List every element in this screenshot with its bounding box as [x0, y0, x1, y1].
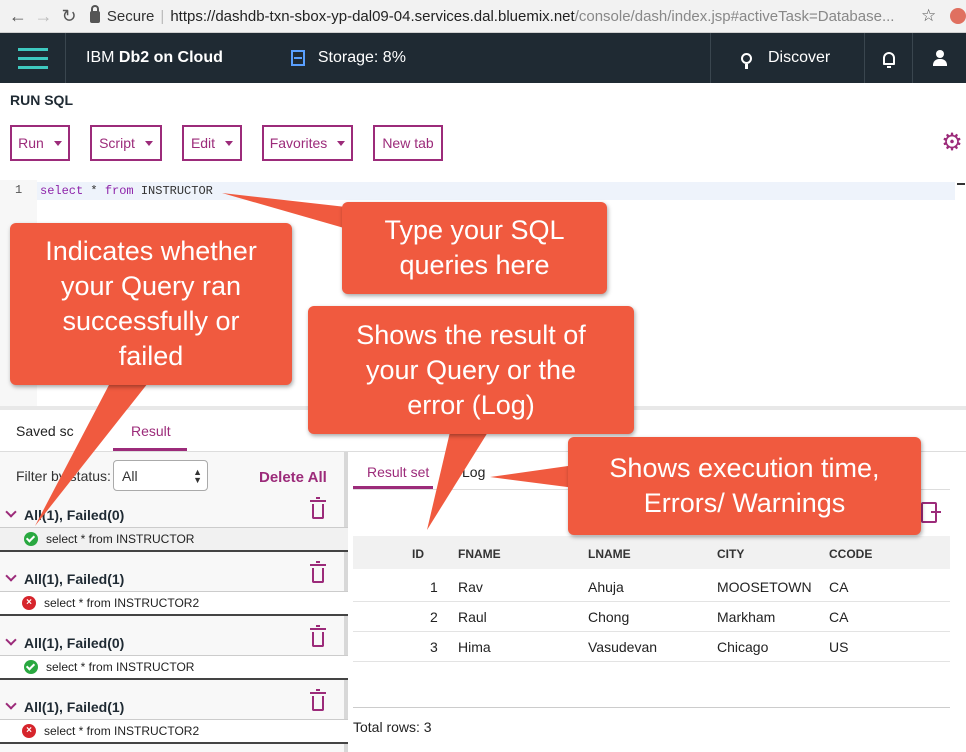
history-item[interactable]: × select * from INSTRUCTOR2 [0, 592, 348, 616]
script-button[interactable]: Script [90, 125, 162, 161]
database-icon [290, 50, 305, 66]
select-arrows-icon: ▲ ▼ [193, 467, 202, 485]
app-header: IBM Db2 on Cloud Storage: 8% Discover [0, 33, 966, 83]
new-tab-button[interactable]: New tab [373, 125, 443, 161]
brand-title: IBM Db2 on Cloud [86, 49, 223, 66]
trash-icon[interactable] [310, 497, 326, 519]
history-item[interactable]: × select * from INSTRUCTOR2 [0, 720, 348, 744]
table-cell: Chong [588, 609, 630, 625]
page-title: RUN SQL [10, 92, 73, 108]
column-header-lname[interactable]: LNAME [588, 547, 631, 561]
column-header-id[interactable]: ID [412, 547, 424, 561]
table-cell: Hima [458, 639, 491, 655]
bookmark-star-icon[interactable]: ☆ [921, 6, 936, 26]
history-item[interactable]: select * from INSTRUCTOR [0, 528, 348, 552]
lightbulb-icon [741, 52, 752, 69]
address-bar[interactable]: Secure | https://dashdb-txn-sbox-yp-dal0… [89, 4, 913, 28]
trash-icon[interactable] [310, 625, 326, 647]
table-cell: Chicago [717, 639, 769, 655]
delete-all-button[interactable]: Delete All [259, 469, 327, 486]
tab-result-set[interactable]: Result set [367, 464, 429, 480]
code-line[interactable]: select * from INSTRUCTOR [37, 182, 955, 200]
user-icon [932, 50, 947, 66]
trash-icon[interactable] [310, 561, 326, 583]
table-cell: CA [829, 579, 849, 595]
storage-indicator: Storage: 8% [290, 49, 406, 67]
error-x-icon: × [22, 596, 36, 610]
url-path: /console/dash/index.jsp#activeTask=Datab… [574, 7, 895, 25]
url-host: https://dashdb-txn-sbox-yp-dal09-04.serv… [170, 7, 575, 25]
chevron-down-icon [5, 506, 17, 518]
chevron-down-icon [225, 140, 234, 146]
table-cell: CA [829, 609, 849, 625]
column-header-fname[interactable]: FNAME [458, 547, 501, 561]
lock-icon [89, 5, 100, 23]
line-number: 1 [15, 183, 23, 197]
history-group-header[interactable]: All(1), Failed(0) [5, 506, 124, 523]
callout-query-result: Shows the result of your Query or the erro… [308, 306, 634, 434]
table-cell: Raul [458, 609, 487, 625]
chevron-down-icon [144, 140, 153, 146]
settings-gear-icon[interactable]: ⚙ [940, 131, 964, 155]
chevron-down-icon [337, 140, 346, 146]
callout-query-status: Indicates whether your Query ran successfu… [10, 223, 292, 385]
success-check-icon [24, 660, 38, 674]
table-cell: 1 [430, 579, 438, 595]
history-item[interactable]: select * from INSTRUCTOR [0, 656, 348, 680]
callout-sql-queries: Type your SQL queries here [342, 202, 607, 294]
reload-icon[interactable]: ↻ [56, 6, 82, 27]
tab-result[interactable]: Result [131, 423, 171, 439]
user-menu-button[interactable] [912, 33, 966, 83]
filter-label: Filter by status: [16, 468, 111, 484]
history-group-header[interactable]: All(1), Failed(0) [5, 634, 124, 651]
table-cell: Markham [717, 609, 776, 625]
table-cell: Vasudevan [588, 639, 658, 655]
status-filter-select[interactable]: All ▲ ▼ [113, 460, 208, 491]
pointer-time [490, 465, 575, 488]
chevron-down-icon [5, 698, 17, 710]
forward-icon[interactable]: → [31, 6, 57, 27]
tab-saved-scripts[interactable]: Saved sc [16, 423, 74, 439]
discover-button[interactable]: Discover [710, 33, 864, 83]
pointer-result [427, 432, 488, 530]
table-cell: US [829, 639, 849, 655]
extension-icon[interactable] [950, 8, 966, 24]
table-cell: Ahuja [588, 579, 624, 595]
table-cell: 3 [430, 639, 438, 655]
favorites-button[interactable]: Favorites [262, 125, 353, 161]
column-header-city[interactable]: CITY [717, 547, 744, 561]
edit-button[interactable]: Edit [182, 125, 242, 161]
notifications-button[interactable] [864, 33, 912, 83]
table-cell: 2 [430, 609, 438, 625]
chevron-down-icon [53, 140, 62, 146]
chevron-down-icon [5, 570, 17, 582]
trash-icon[interactable] [310, 689, 326, 711]
error-x-icon: × [22, 724, 36, 738]
table-cell: MOOSETOWN [717, 579, 812, 595]
bell-icon [882, 51, 895, 68]
total-rows: Total rows: 3 [353, 719, 432, 735]
table-cell: Rav [458, 579, 483, 595]
success-check-icon [24, 532, 38, 546]
callout-execution-time: Shows execution time, Errors/ Warnings [568, 437, 921, 535]
history-group-header[interactable]: All(1), Failed(1) [5, 698, 124, 715]
storage-label: Storage: 8% [317, 49, 406, 66]
history-group-header[interactable]: All(1), Failed(1) [5, 570, 124, 587]
export-icon[interactable] [921, 502, 941, 523]
editor-scrollbar[interactable] [957, 180, 966, 408]
browser-toolbar: ← → ↻ Secure | https://dashdb-txn-sbox-y… [0, 0, 966, 33]
secure-label: Secure [106, 7, 155, 25]
chevron-down-icon [5, 634, 17, 646]
column-header-ccode[interactable]: CCODE [829, 547, 872, 561]
discover-label: Discover [768, 49, 831, 66]
hamburger-menu-icon[interactable] [0, 33, 66, 83]
back-icon[interactable]: ← [5, 6, 31, 27]
run-button[interactable]: Run [10, 125, 70, 161]
tab-log[interactable]: Log [462, 464, 485, 480]
